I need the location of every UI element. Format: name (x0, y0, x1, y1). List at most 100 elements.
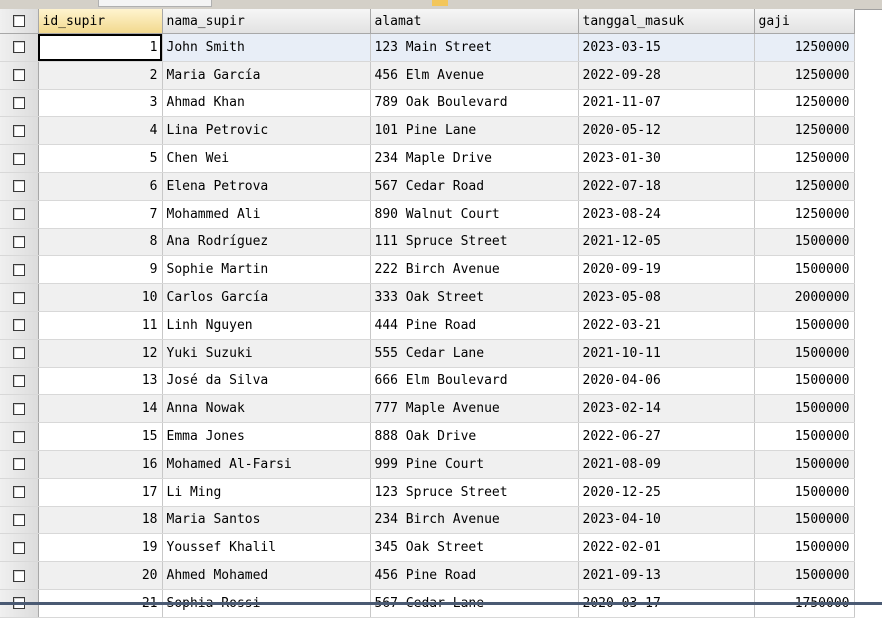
cell-tanggal-masuk[interactable]: 2020-09-19 (578, 255, 755, 285)
cell-nama-supir[interactable]: Anna Nowak (162, 394, 371, 424)
table-row[interactable]: 5 Chen Wei 234 Maple Drive 2023-01-30 125000… (0, 144, 855, 173)
cell-id-supir[interactable]: 6 (38, 172, 163, 201)
cell-alamat[interactable]: 567 Cedar Road (370, 172, 579, 201)
cell-gaji[interactable]: 1500000 (754, 533, 855, 563)
table-row[interactable]: 9 Sophie Martin 222 Birch Avenue 2020-09-19… (0, 255, 855, 285)
checkbox-icon[interactable] (12, 124, 25, 137)
cell-nama-supir[interactable]: Li Ming (162, 478, 371, 507)
table-row[interactable]: 19 Youssef Khalil 345 Oak Street 2022-02-01… (0, 533, 855, 563)
cell-id-supir[interactable]: 10 (38, 283, 163, 312)
table-row[interactable]: 1 John Smith 123 Main Street 2023-03-15 1250… (0, 33, 855, 62)
cell-id-supir[interactable]: 2 (38, 61, 163, 90)
cell-id-supir[interactable]: 14 (38, 394, 163, 424)
cell-id-supir[interactable]: 7 (38, 200, 163, 229)
cell-id-supir[interactable]: 8 (38, 228, 163, 257)
checkbox-icon[interactable] (12, 347, 25, 360)
column-header-tanggal-masuk[interactable]: tanggal_masuk (578, 9, 755, 34)
cell-alamat[interactable]: 789 Oak Boulevard (370, 89, 579, 118)
select-all-checkbox[interactable] (0, 9, 39, 34)
checkbox-icon[interactable] (12, 69, 25, 82)
cell-gaji[interactable]: 1500000 (754, 450, 855, 479)
cell-id-supir[interactable]: 15 (38, 422, 163, 451)
cell-tanggal-masuk[interactable]: 2023-08-24 (578, 200, 755, 229)
cell-gaji[interactable]: 1500000 (754, 478, 855, 507)
row-checkbox[interactable] (0, 255, 39, 285)
table-row[interactable]: 15 Emma Jones 888 Oak Drive 2022-06-27 15000… (0, 422, 855, 451)
cell-gaji[interactable]: 1250000 (754, 33, 855, 62)
cell-tanggal-masuk[interactable]: 2020-05-12 (578, 116, 755, 146)
table-row[interactable]: 16 Mohamed Al-Farsi 999 Pine Court 2021-08-… (0, 450, 855, 479)
checkbox-icon[interactable] (12, 319, 25, 332)
cell-gaji[interactable]: 1500000 (754, 228, 855, 257)
cell-nama-supir[interactable]: Ahmed Mohamed (162, 561, 371, 590)
cell-alamat[interactable]: 101 Pine Lane (370, 116, 579, 146)
row-checkbox[interactable] (0, 283, 39, 312)
cell-nama-supir[interactable]: Linh Nguyen (162, 311, 371, 340)
cell-nama-supir[interactable]: Ahmad Khan (162, 89, 371, 118)
cell-tanggal-masuk[interactable]: 2022-03-21 (578, 311, 755, 340)
cell-id-supir[interactable]: 5 (38, 144, 163, 173)
table-row[interactable]: 7 Mohammed Ali 890 Walnut Court 2023-08-24 1… (0, 200, 855, 229)
cell-tanggal-masuk[interactable]: 2022-07-18 (578, 172, 755, 201)
checkbox-icon[interactable] (12, 374, 25, 387)
cell-tanggal-masuk[interactable]: 2020-04-06 (578, 367, 755, 396)
cell-alamat[interactable]: 456 Elm Avenue (370, 61, 579, 90)
cell-alamat[interactable]: 234 Birch Avenue (370, 506, 579, 535)
cell-alamat[interactable]: 345 Oak Street (370, 533, 579, 563)
cell-alamat[interactable]: 456 Pine Road (370, 561, 579, 590)
cell-tanggal-masuk[interactable]: 2020-12-25 (578, 478, 755, 507)
table-row[interactable]: 2 Maria García 456 Elm Avenue 2022-09-28 125… (0, 61, 855, 90)
cell-tanggal-masuk[interactable]: 2023-01-30 (578, 144, 755, 173)
cell-tanggal-masuk[interactable]: 2023-03-15 (578, 33, 755, 62)
cell-tanggal-masuk[interactable]: 2023-05-08 (578, 283, 755, 312)
cell-nama-supir[interactable]: Ana Rodríguez (162, 228, 371, 257)
cell-tanggal-masuk[interactable]: 2021-09-13 (578, 561, 755, 590)
cell-gaji[interactable]: 1500000 (754, 561, 855, 590)
cell-tanggal-masuk[interactable]: 2021-12-05 (578, 228, 755, 257)
row-checkbox[interactable] (0, 200, 39, 229)
checkbox-icon[interactable] (12, 180, 25, 193)
cell-alamat[interactable]: 111 Spruce Street (370, 228, 579, 257)
cell-alamat[interactable]: 666 Elm Boulevard (370, 367, 579, 396)
table-row[interactable]: 6 Elena Petrova 567 Cedar Road 2022-07-18 12… (0, 172, 855, 201)
cell-alamat[interactable]: 555 Cedar Lane (370, 339, 579, 368)
column-header-alamat[interactable]: alamat (370, 9, 579, 34)
checkbox-icon[interactable] (12, 235, 25, 248)
cell-alamat[interactable]: 888 Oak Drive (370, 422, 579, 451)
cell-id-supir[interactable]: 16 (38, 450, 163, 479)
cell-id-supir[interactable]: 19 (38, 533, 163, 563)
cell-nama-supir[interactable]: Carlos García (162, 283, 371, 312)
checkbox-icon[interactable] (12, 402, 25, 415)
cell-tanggal-masuk[interactable]: 2021-10-11 (578, 339, 755, 368)
table-row[interactable]: 14 Anna Nowak 777 Maple Avenue 2023-02-14 15… (0, 394, 855, 424)
column-header-nama-supir[interactable]: nama_supir (162, 9, 371, 34)
cell-id-supir[interactable]: 11 (38, 311, 163, 340)
cell-id-supir[interactable]: 12 (38, 339, 163, 368)
row-checkbox[interactable] (0, 450, 39, 479)
cell-nama-supir[interactable]: Mohammed Ali (162, 200, 371, 229)
table-row[interactable]: 17 Li Ming 123 Spruce Street 2020-12-25 1500… (0, 478, 855, 507)
cell-alamat[interactable]: 234 Maple Drive (370, 144, 579, 173)
row-checkbox[interactable] (0, 533, 39, 563)
row-checkbox[interactable] (0, 172, 39, 201)
cell-gaji[interactable]: 1500000 (754, 367, 855, 396)
row-checkbox[interactable] (0, 89, 39, 118)
cell-id-supir[interactable]: 9 (38, 255, 163, 285)
checkbox-icon[interactable] (12, 569, 25, 582)
checkbox-icon[interactable] (12, 513, 25, 526)
table-row[interactable]: 20 Ahmed Mohamed 456 Pine Road 2021-09-13 15… (0, 561, 855, 590)
row-checkbox[interactable] (0, 561, 39, 590)
cell-nama-supir[interactable]: John Smith (162, 33, 371, 62)
data-grid[interactable]: id_supir nama_supir alamat tanggal_masuk… (0, 9, 855, 618)
table-row[interactable]: 12 Yuki Suzuki 555 Cedar Lane 2021-10-11 150… (0, 339, 855, 368)
cell-tanggal-masuk[interactable]: 2021-08-09 (578, 450, 755, 479)
cell-nama-supir[interactable]: Yuki Suzuki (162, 339, 371, 368)
cell-nama-supir[interactable]: Elena Petrova (162, 172, 371, 201)
cell-id-supir[interactable]: 3 (38, 89, 163, 118)
checkbox-icon[interactable] (12, 96, 25, 109)
checkbox-icon[interactable] (12, 15, 25, 27)
table-row[interactable]: 3 Ahmad Khan 789 Oak Boulevard 2021-11-07 12… (0, 89, 855, 118)
row-checkbox[interactable] (0, 394, 39, 424)
cell-nama-supir[interactable]: Maria García (162, 61, 371, 90)
cell-gaji[interactable]: 1250000 (754, 61, 855, 90)
